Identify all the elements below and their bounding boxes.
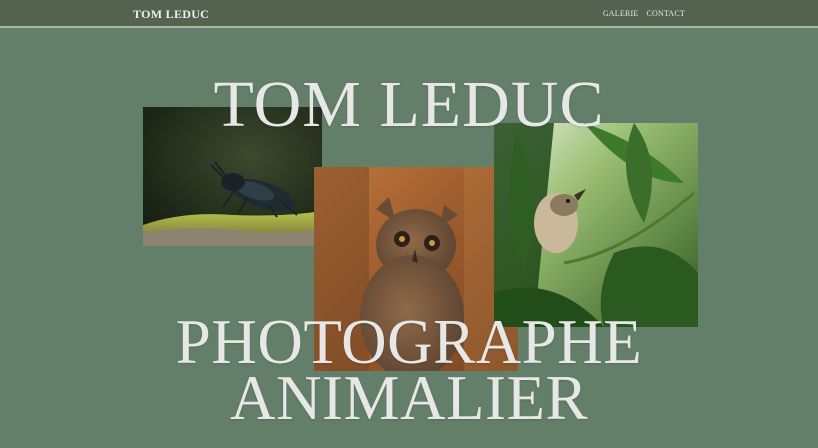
hero-title-line2: ANIMALIER <box>230 363 588 433</box>
brand-logo-link[interactable]: TOM LEDUC <box>133 7 209 22</box>
bird-icon <box>494 123 698 327</box>
top-navbar: TOM LEDUC GALERIE CONTACT <box>0 0 818 28</box>
bird-photo <box>494 123 698 327</box>
nav-link-contact[interactable]: CONTACT <box>646 9 685 18</box>
nav-link-galerie[interactable]: GALERIE <box>603 9 639 18</box>
nav-menu: GALERIE CONTACT <box>603 9 685 18</box>
hero-name: TOM LEDUC <box>213 68 605 141</box>
